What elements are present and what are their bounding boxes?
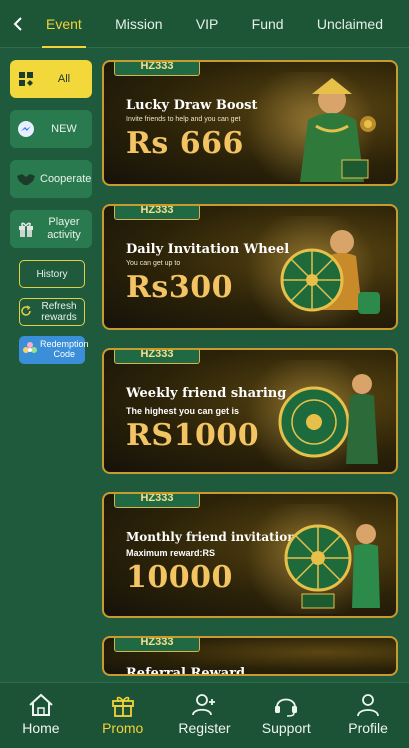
nav-support[interactable]: Support (246, 693, 326, 736)
gift-icon (16, 219, 36, 239)
nav-label: Support (261, 720, 311, 736)
nav-register[interactable]: Register (164, 693, 244, 736)
brand-badge: HZ333 (114, 206, 200, 220)
goddess-illustration-icon (300, 78, 376, 182)
fortune-wheel-icon (280, 230, 380, 314)
banner-subtitle: Invite friends to help and you can get (126, 116, 241, 123)
reward-wheel-icon (278, 374, 378, 464)
banner-title: Weekly friend sharing (126, 386, 287, 401)
banner-amount: RS1000 (126, 418, 260, 453)
history-label: History (36, 268, 68, 280)
nav-profile[interactable]: Profile (328, 693, 408, 736)
category-tabs: Event Mission VIP Fund Unclaimed (36, 0, 409, 48)
nav-label: Register (178, 720, 231, 736)
banner-subtitle: You can get up to (126, 260, 181, 267)
tab-event[interactable]: Event (36, 0, 92, 48)
nav-label: Promo (102, 720, 144, 736)
banner-title: Referral Reward (126, 666, 246, 676)
home-icon (29, 693, 53, 716)
refresh-rewards-label: Refresh rewards (41, 301, 77, 323)
sidebar-item-new[interactable]: NEW (10, 110, 92, 148)
handshake-icon (16, 169, 36, 189)
banner-subtitle: The highest you can get is (126, 406, 240, 416)
banner-subtitle: Maximum reward:RS (126, 548, 216, 558)
nav-label: Home (22, 720, 60, 736)
banner-amount: 10000 (126, 560, 233, 595)
nav-label: Profile (348, 720, 388, 736)
sidebar-item-label: NEW (51, 122, 77, 135)
promo-banner-lucky-draw[interactable]: HZ333 Lucky Draw Boost Invite friends to… (102, 60, 398, 186)
tab-mission[interactable]: Mission (105, 0, 172, 48)
sidebar-item-label: All (57, 72, 71, 85)
messenger-icon (16, 119, 36, 139)
promo-banner-daily-wheel[interactable]: HZ333 Daily Invitation Wheel You can get… (102, 204, 398, 330)
brand-badge: HZ333 (114, 62, 200, 76)
tab-vip[interactable]: VIP (186, 0, 229, 48)
redemption-code-button[interactable]: Redemption Code (19, 336, 89, 364)
banner-title: Daily Invitation Wheel (126, 242, 290, 257)
add-user-icon (192, 694, 216, 716)
banner-amount: Rs300 (126, 270, 233, 305)
gift-icon (111, 696, 134, 717)
refresh-icon (20, 304, 32, 320)
refresh-rewards-button[interactable]: Refresh rewards (19, 298, 85, 326)
grid-icon (16, 69, 36, 89)
redemption-code-label: Redemption Code (40, 339, 89, 359)
chevron-left-icon (13, 16, 22, 31)
tab-unclaimed[interactable]: Unclaimed (307, 0, 393, 48)
brand-badge: HZ333 (114, 638, 200, 652)
brand-badge: HZ333 (114, 350, 200, 364)
banner-amount: Rs 666 (126, 126, 244, 161)
nav-promo[interactable]: Promo (83, 693, 163, 736)
sidebar-item-cooperate[interactable]: Cooperate (10, 160, 92, 198)
tab-fund[interactable]: Fund (242, 0, 294, 48)
promo-banner-monthly-invitations[interactable]: HZ333 Monthly friend invitations Maximum… (102, 492, 398, 618)
brand-badge: HZ333 (114, 494, 200, 508)
history-button[interactable]: History (19, 260, 85, 288)
nav-home[interactable]: Home (1, 693, 81, 736)
sidebar-item-label: Cooperate (40, 172, 92, 185)
top-tab-bar: Event Mission VIP Fund Unclaimed (0, 0, 409, 48)
sidebar-item-label: Player activity (47, 216, 81, 241)
promo-banner-referral[interactable]: HZ333 Referral Reward (102, 636, 398, 676)
bottom-navigation: Home Promo Register Support Profile (0, 682, 409, 748)
spin-wheel-icon (284, 524, 380, 609)
user-icon (357, 694, 379, 717)
sidebar-item-player-activity[interactable]: Player activity (10, 210, 92, 248)
banner-title: Lucky Draw Boost (126, 98, 258, 113)
promo-banner-weekly-sharing[interactable]: HZ333 Weekly friend sharing The highest … (102, 348, 398, 474)
sidebar: All NEW Cooperate Player activity Histor… (10, 60, 94, 364)
back-button[interactable] (0, 0, 36, 48)
sidebar-item-all[interactable]: All (10, 60, 92, 98)
promo-banner-list: HZ333 Lucky Draw Boost Invite friends to… (102, 60, 400, 676)
flower-icon (22, 341, 38, 360)
headset-icon (275, 698, 298, 717)
